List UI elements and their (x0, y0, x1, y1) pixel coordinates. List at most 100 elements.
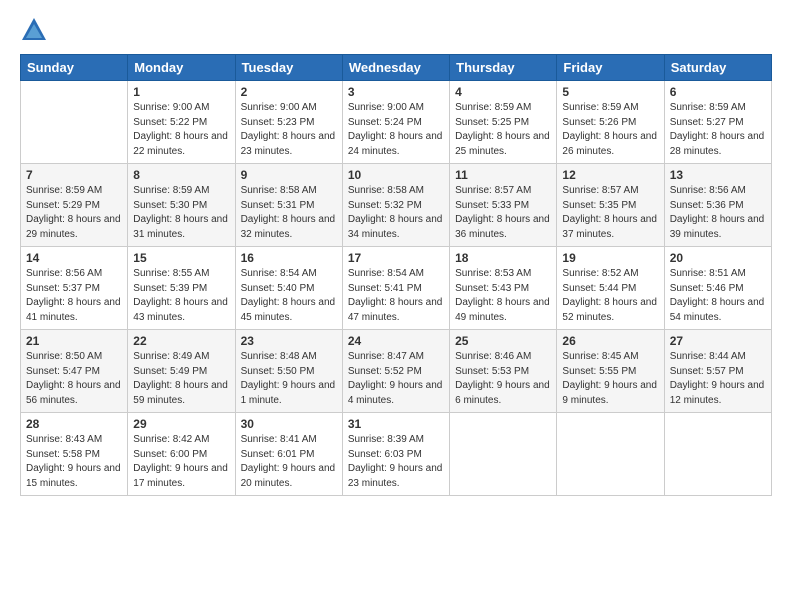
day-info: Sunrise: 8:42 AMSunset: 6:00 PMDaylight:… (133, 433, 229, 491)
day-number: 8 (133, 168, 229, 182)
calendar-day-cell: 18Sunrise: 8:53 AMSunset: 5:43 PMDayligh… (450, 247, 557, 330)
day-info: Sunrise: 8:58 AMSunset: 5:31 PMDaylight:… (241, 184, 337, 242)
calendar-day-cell (664, 413, 771, 496)
calendar-day-cell (21, 81, 128, 164)
calendar-day-cell: 15 Sunrise: 8:55 AMSunset: 5:39 PMDayligh… (128, 247, 235, 330)
day-number: 9 (241, 168, 337, 182)
calendar-day-cell: 2 Sunrise: 9:00 AMSunset: 5:23 PMDaylight… (235, 81, 342, 164)
calendar-day-cell (450, 413, 557, 496)
calendar-body: 1 Sunrise: 9:00 AMSunset: 5:22 PMDaylight… (21, 81, 772, 496)
day-info: Sunrise: 9:00 AMSunset: 5:23 PMDaylight:… (241, 101, 337, 159)
calendar-day-cell: 19 Sunrise: 8:52 AMSunset: 5:44 PMDayligh… (557, 247, 664, 330)
day-number: 3 (348, 85, 444, 99)
calendar-day-cell: 3 Sunrise: 9:00 AMSunset: 5:24 PMDaylight… (342, 81, 449, 164)
calendar-week-row: 21 Sunrise: 8:50 AMSunset: 5:47 PMDayligh… (21, 330, 772, 413)
logo-icon (20, 16, 48, 44)
day-number: 1 (133, 85, 229, 99)
weekday-header-cell: Sunday (21, 55, 128, 81)
day-number: 27 (670, 334, 766, 348)
day-info: Sunrise: 8:59 AMSunset: 5:27 PMDaylight:… (670, 101, 766, 159)
calendar-day-cell: 13Sunrise: 8:56 AMSunset: 5:36 PMDayligh… (664, 164, 771, 247)
day-info: Sunrise: 8:45 AMSunset: 5:55 PMDaylight:… (562, 350, 658, 408)
header (20, 16, 772, 44)
day-info: Sunrise: 8:41 AMSunset: 6:01 PMDaylight:… (241, 433, 337, 491)
weekday-header-cell: Wednesday (342, 55, 449, 81)
day-number: 20 (670, 251, 766, 265)
calendar-day-cell: 29 Sunrise: 8:42 AMSunset: 6:00 PMDayligh… (128, 413, 235, 496)
calendar-day-cell: 1 Sunrise: 9:00 AMSunset: 5:22 PMDaylight… (128, 81, 235, 164)
day-number: 17 (348, 251, 444, 265)
day-number: 21 (26, 334, 122, 348)
day-info: Sunrise: 8:59 AMSunset: 5:29 PMDaylight:… (26, 184, 122, 242)
day-number: 19 (562, 251, 658, 265)
calendar-day-cell: 22Sunrise: 8:49 AMSunset: 5:49 PMDayligh… (128, 330, 235, 413)
day-info: Sunrise: 8:47 AMSunset: 5:52 PMDaylight:… (348, 350, 444, 408)
day-number: 24 (348, 334, 444, 348)
day-info: Sunrise: 8:57 AMSunset: 5:33 PMDaylight:… (455, 184, 551, 242)
day-info: Sunrise: 8:58 AMSunset: 5:32 PMDaylight:… (348, 184, 444, 242)
day-info: Sunrise: 8:52 AMSunset: 5:44 PMDaylight:… (562, 267, 658, 325)
day-number: 10 (348, 168, 444, 182)
day-info: Sunrise: 8:39 AMSunset: 6:03 PMDaylight:… (348, 433, 444, 491)
day-info: Sunrise: 8:54 AMSunset: 5:40 PMDaylight:… (241, 267, 337, 325)
day-info: Sunrise: 9:00 AMSunset: 5:24 PMDaylight:… (348, 101, 444, 159)
day-info: Sunrise: 8:59 AMSunset: 5:25 PMDaylight:… (455, 101, 551, 159)
weekday-header-cell: Saturday (664, 55, 771, 81)
day-info: Sunrise: 8:55 AMSunset: 5:39 PMDaylight:… (133, 267, 229, 325)
day-number: 26 (562, 334, 658, 348)
day-number: 25 (455, 334, 551, 348)
day-number: 16 (241, 251, 337, 265)
day-number: 7 (26, 168, 122, 182)
day-info: Sunrise: 8:57 AMSunset: 5:35 PMDaylight:… (562, 184, 658, 242)
day-info: Sunrise: 8:49 AMSunset: 5:49 PMDaylight:… (133, 350, 229, 408)
day-info: Sunrise: 8:56 AMSunset: 5:37 PMDaylight:… (26, 267, 122, 325)
calendar-day-cell: 24 Sunrise: 8:47 AMSunset: 5:52 PMDayligh… (342, 330, 449, 413)
day-number: 5 (562, 85, 658, 99)
calendar-day-cell: 28 Sunrise: 8:43 AMSunset: 5:58 PMDayligh… (21, 413, 128, 496)
day-info: Sunrise: 9:00 AMSunset: 5:22 PMDaylight:… (133, 101, 229, 159)
calendar-day-cell: 8 Sunrise: 8:59 AMSunset: 5:30 PMDaylight… (128, 164, 235, 247)
day-info: Sunrise: 8:59 AMSunset: 5:30 PMDaylight:… (133, 184, 229, 242)
logo (20, 16, 52, 44)
calendar-day-cell: 30 Sunrise: 8:41 AMSunset: 6:01 PMDayligh… (235, 413, 342, 496)
calendar-day-cell: 10 Sunrise: 8:58 AMSunset: 5:32 PMDayligh… (342, 164, 449, 247)
calendar-day-cell (557, 413, 664, 496)
calendar-week-row: 1 Sunrise: 9:00 AMSunset: 5:22 PMDaylight… (21, 81, 772, 164)
calendar-day-cell: 11 Sunrise: 8:57 AMSunset: 5:33 PMDayligh… (450, 164, 557, 247)
day-number: 12 (562, 168, 658, 182)
calendar-day-cell: 31Sunrise: 8:39 AMSunset: 6:03 PMDayligh… (342, 413, 449, 496)
calendar-week-row: 28 Sunrise: 8:43 AMSunset: 5:58 PMDayligh… (21, 413, 772, 496)
calendar-day-cell: 12 Sunrise: 8:57 AMSunset: 5:35 PMDayligh… (557, 164, 664, 247)
weekday-header-cell: Friday (557, 55, 664, 81)
calendar-day-cell: 14 Sunrise: 8:56 AMSunset: 5:37 PMDayligh… (21, 247, 128, 330)
day-info: Sunrise: 8:44 AMSunset: 5:57 PMDaylight:… (670, 350, 766, 408)
weekday-header-cell: Thursday (450, 55, 557, 81)
day-number: 18 (455, 251, 551, 265)
day-number: 13 (670, 168, 766, 182)
day-number: 30 (241, 417, 337, 431)
calendar-table: SundayMondayTuesdayWednesdayThursdayFrid… (20, 54, 772, 496)
day-number: 11 (455, 168, 551, 182)
weekday-header-cell: Tuesday (235, 55, 342, 81)
weekday-header-row: SundayMondayTuesdayWednesdayThursdayFrid… (21, 55, 772, 81)
day-info: Sunrise: 8:50 AMSunset: 5:47 PMDaylight:… (26, 350, 122, 408)
day-number: 14 (26, 251, 122, 265)
day-number: 15 (133, 251, 229, 265)
day-number: 2 (241, 85, 337, 99)
weekday-header-cell: Monday (128, 55, 235, 81)
day-number: 29 (133, 417, 229, 431)
calendar-day-cell: 5 Sunrise: 8:59 AMSunset: 5:26 PMDaylight… (557, 81, 664, 164)
calendar-page: SundayMondayTuesdayWednesdayThursdayFrid… (0, 0, 792, 612)
calendar-day-cell: 21 Sunrise: 8:50 AMSunset: 5:47 PMDayligh… (21, 330, 128, 413)
calendar-day-cell: 7 Sunrise: 8:59 AMSunset: 5:29 PMDaylight… (21, 164, 128, 247)
calendar-day-cell: 27 Sunrise: 8:44 AMSunset: 5:57 PMDayligh… (664, 330, 771, 413)
day-info: Sunrise: 8:59 AMSunset: 5:26 PMDaylight:… (562, 101, 658, 159)
day-number: 28 (26, 417, 122, 431)
day-number: 4 (455, 85, 551, 99)
calendar-day-cell: 23Sunrise: 8:48 AMSunset: 5:50 PMDayligh… (235, 330, 342, 413)
day-info: Sunrise: 8:48 AMSunset: 5:50 PMDaylight:… (241, 350, 337, 408)
calendar-day-cell: 6Sunrise: 8:59 AMSunset: 5:27 PMDaylight… (664, 81, 771, 164)
calendar-day-cell: 16 Sunrise: 8:54 AMSunset: 5:40 PMDayligh… (235, 247, 342, 330)
day-info: Sunrise: 8:43 AMSunset: 5:58 PMDaylight:… (26, 433, 122, 491)
calendar-day-cell: 26 Sunrise: 8:45 AMSunset: 5:55 PMDayligh… (557, 330, 664, 413)
